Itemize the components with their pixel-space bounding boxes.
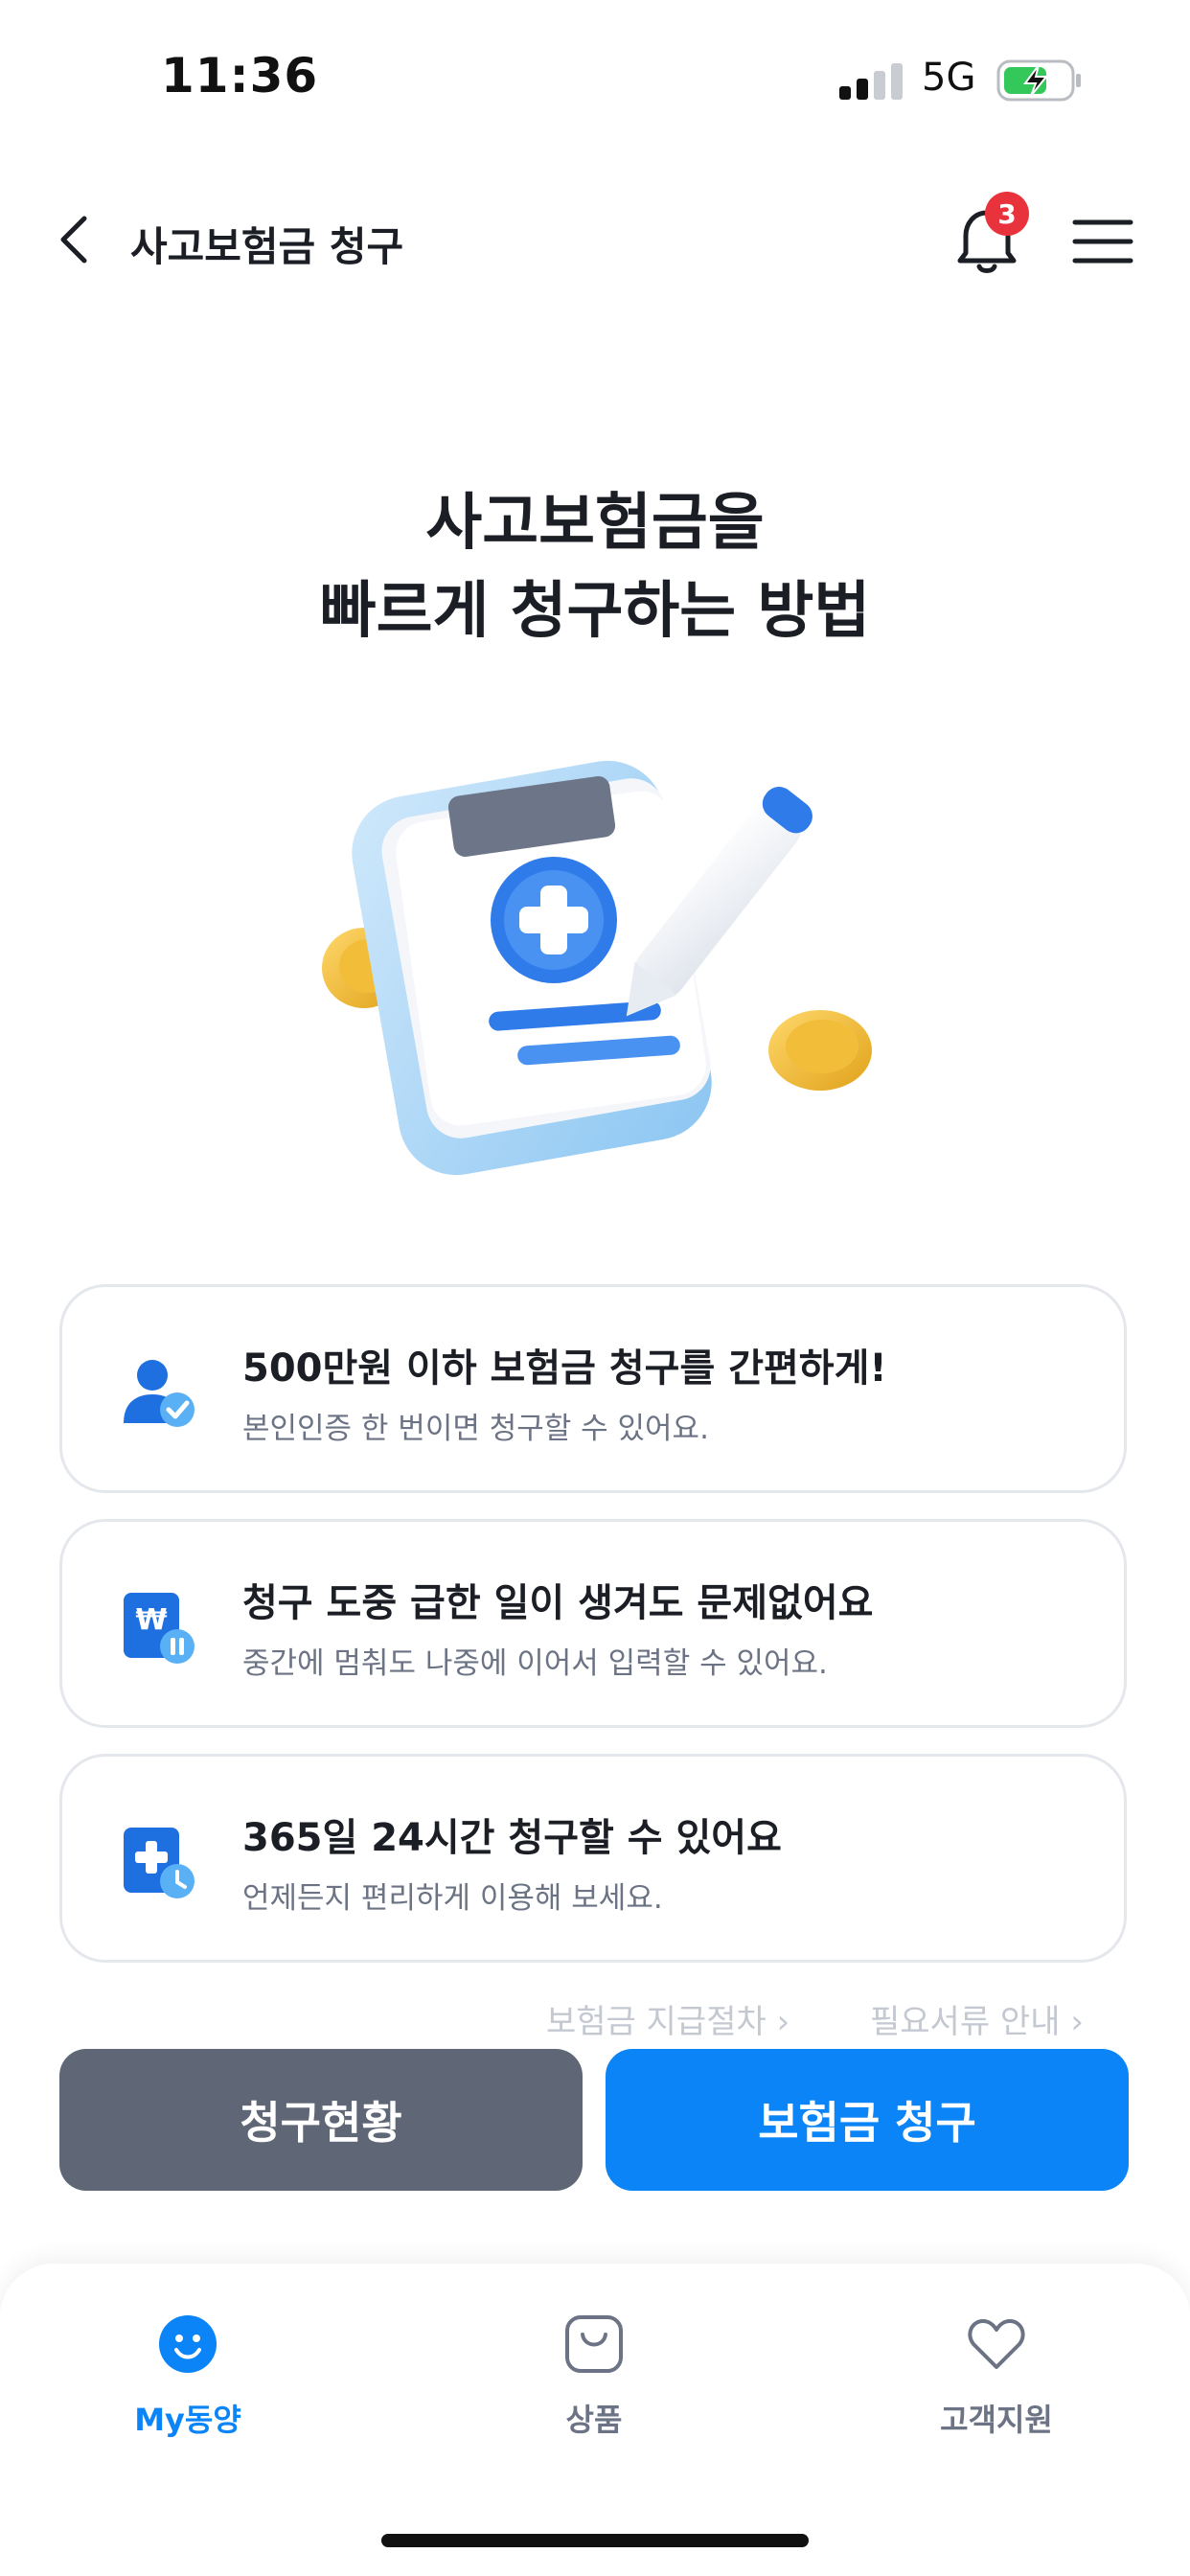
won-pause-icon: ₩ (124, 1593, 195, 1664)
feature-title: 청구 도중 급한 일이 생겨도 문제없어요 (242, 1581, 874, 1625)
required-docs-link[interactable]: 필요서류 안내 › (870, 1995, 1084, 2042)
feature-card-anytime: 365일 24시간 청구할 수 있어요 언제든지 편리하게 이용해 보세요. (59, 1754, 1127, 1963)
page-title: 사고보험금 청구 (130, 223, 404, 270)
feature-subtitle: 언제든지 편리하게 이용해 보세요. (242, 1881, 663, 1916)
info-links: 보험금 지급절차 › 필요서류 안내 › (0, 1995, 1190, 2053)
home-indicator (381, 2534, 809, 2547)
back-arrow-icon[interactable] (48, 211, 105, 268)
tab-customer-support[interactable]: 고객지원 (881, 2288, 1111, 2451)
feature-subtitle: 중간에 멈춰도 나중에 이어서 입력할 수 있어요. (242, 1646, 828, 1681)
tab-label: 상품 (565, 2402, 623, 2438)
tab-label: 고객지원 (940, 2402, 1053, 2438)
payment-process-label: 보험금 지급절차 (546, 2003, 767, 2041)
claim-status-button[interactable]: 청구현황 (59, 2049, 583, 2191)
battery-charging-icon (996, 59, 1081, 102)
notification-badge: 3 (985, 192, 1029, 236)
hero-title-line2: 빠르게 청구하는 방법 (319, 576, 871, 647)
bottom-tab-bar: My동양 상품 고객지원 (0, 2264, 1190, 2576)
feature-card-resume-later: ₩ 청구 도중 급한 일이 생겨도 문제없어요 중간에 멈춰도 나중에 이어서 … (59, 1519, 1127, 1728)
chevron-right-icon: › (1070, 2003, 1084, 2041)
hero-title-line1: 사고보험금을 (425, 488, 765, 559)
bag-icon (565, 2315, 623, 2373)
claim-document-illustration (322, 760, 872, 1176)
svg-text:₩: ₩ (135, 1603, 167, 1637)
feature-subtitle: 본인인증 한 번이면 청구할 수 있어요. (242, 1412, 709, 1446)
hero-title: 사고보험금을 빠르게 청구하는 방법 (0, 479, 1190, 656)
heart-icon (968, 2319, 1025, 2369)
signal-icon (839, 61, 903, 100)
tab-my-dongyang[interactable]: My동양 (73, 2288, 303, 2451)
tab-label: My동양 (134, 2402, 241, 2438)
tab-products[interactable]: 상품 (479, 2288, 709, 2451)
hamburger-menu-icon[interactable] (1071, 213, 1134, 270)
insurance-claim-button[interactable]: 보험금 청구 (606, 2049, 1129, 2191)
smile-icon (159, 2315, 217, 2373)
status-bar: 11:36 5G (0, 0, 1190, 163)
payment-process-link[interactable]: 보험금 지급절차 › (546, 1995, 790, 2042)
feature-title: 365일 24시간 청구할 수 있어요 (242, 1816, 782, 1860)
feature-title: 500만원 이하 보험금 청구를 간편하게! (242, 1346, 887, 1391)
network-label: 5G (922, 56, 976, 100)
feature-card-simple-claim: 500만원 이하 보험금 청구를 간편하게! 본인인증 한 번이면 청구할 수 … (59, 1284, 1127, 1493)
required-docs-label: 필요서류 안내 (870, 2003, 1061, 2041)
status-time: 11:36 (161, 48, 319, 104)
user-verified-icon (124, 1360, 195, 1427)
medical-clock-icon (124, 1828, 195, 1898)
chevron-right-icon: › (776, 2003, 790, 2041)
